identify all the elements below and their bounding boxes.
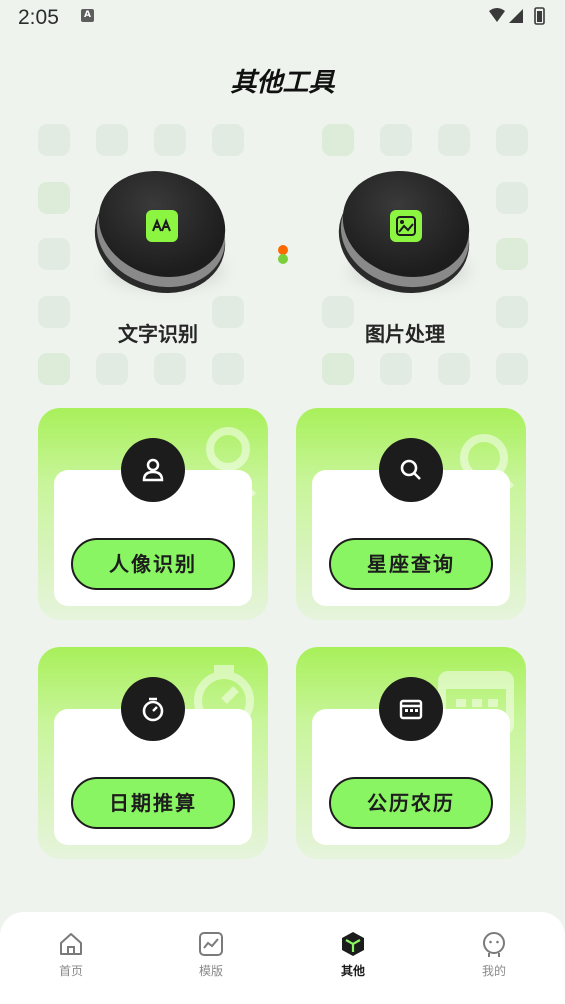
search-icon [379,438,443,502]
image-process-icon [390,210,422,242]
date-calc-card[interactable]: 日期推算 [38,647,268,859]
portrait-recognition-button[interactable]: 人像识别 [71,538,235,590]
stopwatch-icon [121,677,185,741]
chart-icon [199,932,223,956]
status-bar: 2:05 A [0,0,565,34]
indicator-dot-green [278,254,288,264]
nav-item-templates[interactable]: 模版 [171,930,251,979]
date-calc-button[interactable]: 日期推算 [71,777,235,829]
constellation-query-card[interactable]: 星座查询 [296,408,526,620]
calendar-icon [379,677,443,741]
image-process-label: 图片处理 [365,322,445,346]
text-recognition-label: 文字识别 [118,322,198,346]
text-recognition-icon [146,210,178,242]
image-process-button[interactable] [325,156,483,309]
person-icon [121,438,185,502]
status-time: 2:05 [18,6,59,29]
nav-label-mine: 我的 [481,964,506,978]
nav-item-mine[interactable]: 我的 [454,930,534,979]
text-recognition-button[interactable] [81,156,239,309]
nav-item-home[interactable]: 首页 [31,930,111,979]
bottom-nav: 首页 模版 其他 我的 [0,912,565,1004]
signal-icon [509,9,523,23]
nav-label-other: 其他 [340,964,365,978]
calendar-convert-button[interactable]: 公历农历 [329,777,493,829]
profile-face-icon [483,932,505,957]
nav-label-templates: 模版 [198,964,223,978]
calendar-convert-card[interactable]: 公历农历 [296,647,526,859]
wifi-icon [489,8,505,22]
notification-icon: A [81,9,94,22]
nav-label-home: 首页 [58,964,83,978]
nav-item-other[interactable]: 其他 [313,930,393,979]
constellation-query-button[interactable]: 星座查询 [329,538,493,590]
page-title: 其他工具 [230,68,335,98]
cube-icon [342,932,364,956]
status-icons [489,7,545,25]
home-icon [60,933,82,955]
portrait-recognition-card[interactable]: 人像识别 [38,408,268,620]
